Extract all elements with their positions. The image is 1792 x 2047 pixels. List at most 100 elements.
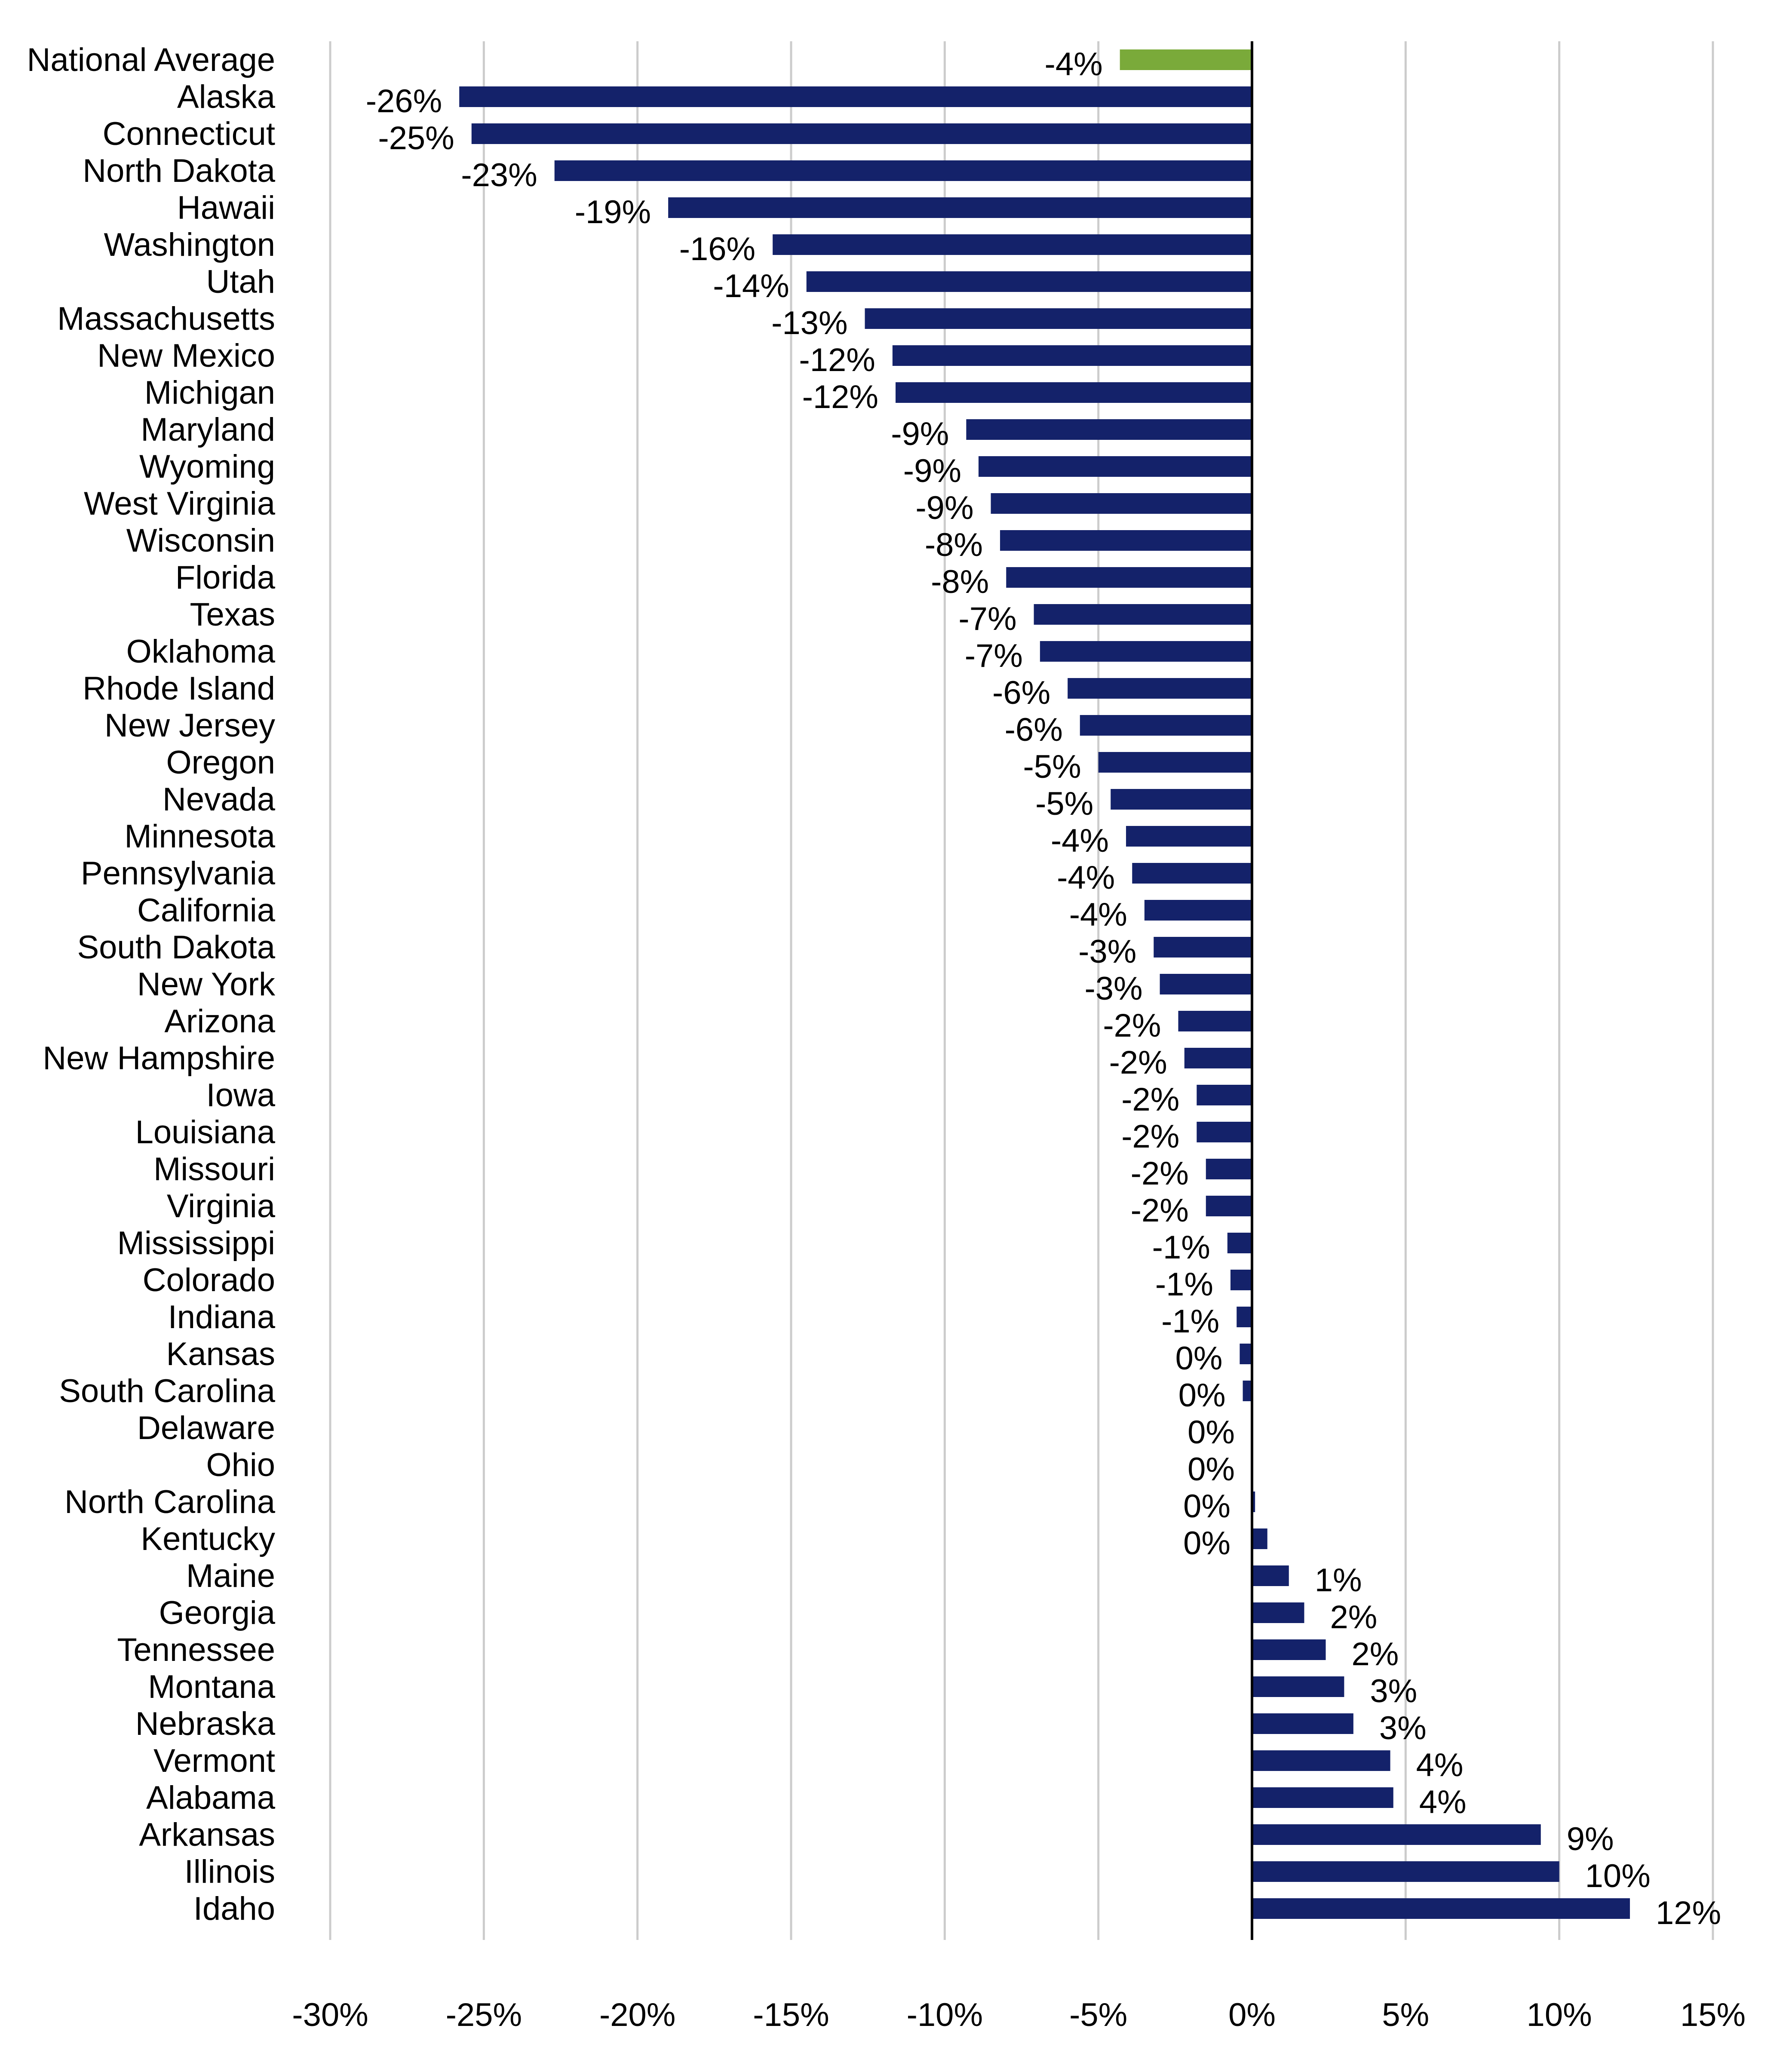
- category-label: West Virginia: [84, 485, 276, 522]
- data-label: -2%: [1131, 1155, 1189, 1192]
- data-label: -7%: [958, 601, 1016, 637]
- category-label: North Dakota: [83, 153, 275, 189]
- bar-alaska: [459, 86, 1252, 107]
- bar-mississippi: [1227, 1233, 1252, 1253]
- data-label: 4%: [1416, 1747, 1464, 1783]
- category-label: New Hampshire: [43, 1040, 275, 1077]
- bars: [459, 49, 1630, 1919]
- bar-wyoming: [978, 456, 1252, 477]
- data-label: -12%: [802, 379, 878, 415]
- category-label: New Mexico: [97, 338, 275, 374]
- category-label: Missouri: [153, 1151, 275, 1188]
- category-label: Alabama: [146, 1780, 276, 1816]
- category-label: Arizona: [164, 1003, 275, 1040]
- bar-arkansas: [1252, 1824, 1541, 1845]
- data-label: -14%: [713, 268, 789, 304]
- bar-california: [1144, 900, 1252, 921]
- category-label: Kentucky: [141, 1521, 275, 1557]
- data-label: 0%: [1175, 1340, 1223, 1377]
- category-label: Indiana: [168, 1299, 276, 1335]
- bar-utah: [806, 271, 1252, 292]
- data-label: -25%: [378, 120, 454, 157]
- bar-idaho: [1252, 1898, 1630, 1919]
- bar-maine: [1252, 1565, 1289, 1586]
- data-label: -2%: [1121, 1081, 1179, 1118]
- data-label: 10%: [1585, 1858, 1651, 1894]
- category-label: Iowa: [206, 1077, 275, 1114]
- x-tick-label: 15%: [1680, 1997, 1746, 2033]
- category-label: South Dakota: [77, 929, 275, 966]
- bar-vermont: [1252, 1750, 1390, 1771]
- bar-massachusetts: [865, 308, 1252, 329]
- data-label: -12%: [799, 342, 875, 378]
- bar-montana: [1252, 1676, 1344, 1697]
- category-label: Maine: [186, 1558, 275, 1594]
- category-label: Virginia: [167, 1188, 276, 1225]
- bar-south-carolina: [1243, 1381, 1252, 1401]
- x-tick-label: -15%: [753, 1997, 829, 2033]
- data-label: -16%: [679, 231, 755, 267]
- bar-texas: [1034, 604, 1252, 625]
- category-label: Idaho: [193, 1890, 275, 1927]
- category-label: Delaware: [137, 1410, 275, 1446]
- category-label: Wyoming: [139, 448, 275, 485]
- category-label: Ohio: [206, 1447, 275, 1483]
- bar-west-virginia: [991, 493, 1252, 514]
- category-label: Washington: [104, 227, 275, 263]
- data-label: -5%: [1023, 749, 1081, 785]
- data-label: -9%: [903, 453, 961, 489]
- category-label: Rhode Island: [83, 670, 275, 707]
- bar-north-dakota: [554, 160, 1252, 181]
- category-label: Colorado: [143, 1262, 275, 1298]
- bar-national-average: [1120, 49, 1252, 70]
- bar-virginia: [1206, 1196, 1252, 1216]
- data-label: -6%: [992, 675, 1050, 711]
- bar-connecticut: [471, 123, 1252, 144]
- data-label: -6%: [1005, 712, 1063, 748]
- x-tick-label: -10%: [907, 1997, 983, 2033]
- bar-wisconsin: [1000, 530, 1252, 551]
- x-tick-labels: -30% -25% -20% -15% -10% -5% 0% 5% 10% 15%: [292, 1997, 1746, 2033]
- category-label: Utah: [206, 264, 275, 300]
- data-label: -2%: [1121, 1118, 1179, 1155]
- bar-iowa: [1197, 1085, 1252, 1105]
- category-label: California: [137, 892, 276, 929]
- data-label: 9%: [1567, 1821, 1614, 1857]
- bar-washington: [773, 234, 1252, 255]
- bar-kansas: [1240, 1344, 1252, 1364]
- bar-new-hampshire: [1184, 1048, 1252, 1068]
- data-label: -2%: [1109, 1044, 1167, 1081]
- bar-michigan: [895, 382, 1252, 403]
- category-labels: National AverageAlaskaConnecticutNorth D…: [27, 42, 276, 1927]
- bar-indiana: [1237, 1307, 1252, 1327]
- data-label: -9%: [915, 490, 973, 526]
- category-label: Nevada: [163, 781, 276, 818]
- category-label: New York: [137, 966, 276, 1003]
- data-label: -3%: [1084, 970, 1142, 1007]
- bar-missouri: [1206, 1159, 1252, 1179]
- data-label: 0%: [1183, 1488, 1230, 1525]
- data-label: 3%: [1370, 1673, 1417, 1709]
- data-label: -1%: [1155, 1266, 1213, 1303]
- x-tick-label: 5%: [1382, 1997, 1429, 2033]
- bar-oregon: [1098, 752, 1252, 773]
- x-tick-label: -25%: [446, 1997, 522, 2033]
- data-label: 3%: [1379, 1710, 1427, 1746]
- data-label: -2%: [1131, 1192, 1189, 1229]
- bar-new-mexico: [892, 345, 1252, 366]
- data-label: -7%: [965, 638, 1023, 674]
- data-label: -4%: [1051, 822, 1109, 859]
- bar-new-york: [1160, 974, 1252, 994]
- bar-georgia: [1252, 1602, 1304, 1623]
- data-label: -4%: [1057, 859, 1115, 896]
- category-label: Louisiana: [135, 1114, 276, 1151]
- bar-tennessee: [1252, 1639, 1326, 1660]
- data-label: 4%: [1419, 1784, 1467, 1820]
- data-label: -19%: [575, 194, 651, 230]
- bar-alabama: [1252, 1787, 1393, 1808]
- bar-kentucky: [1252, 1528, 1267, 1549]
- data-label: -4%: [1069, 896, 1127, 933]
- data-label: -26%: [366, 83, 442, 120]
- data-label: 2%: [1330, 1599, 1377, 1636]
- bar-maryland: [966, 419, 1252, 440]
